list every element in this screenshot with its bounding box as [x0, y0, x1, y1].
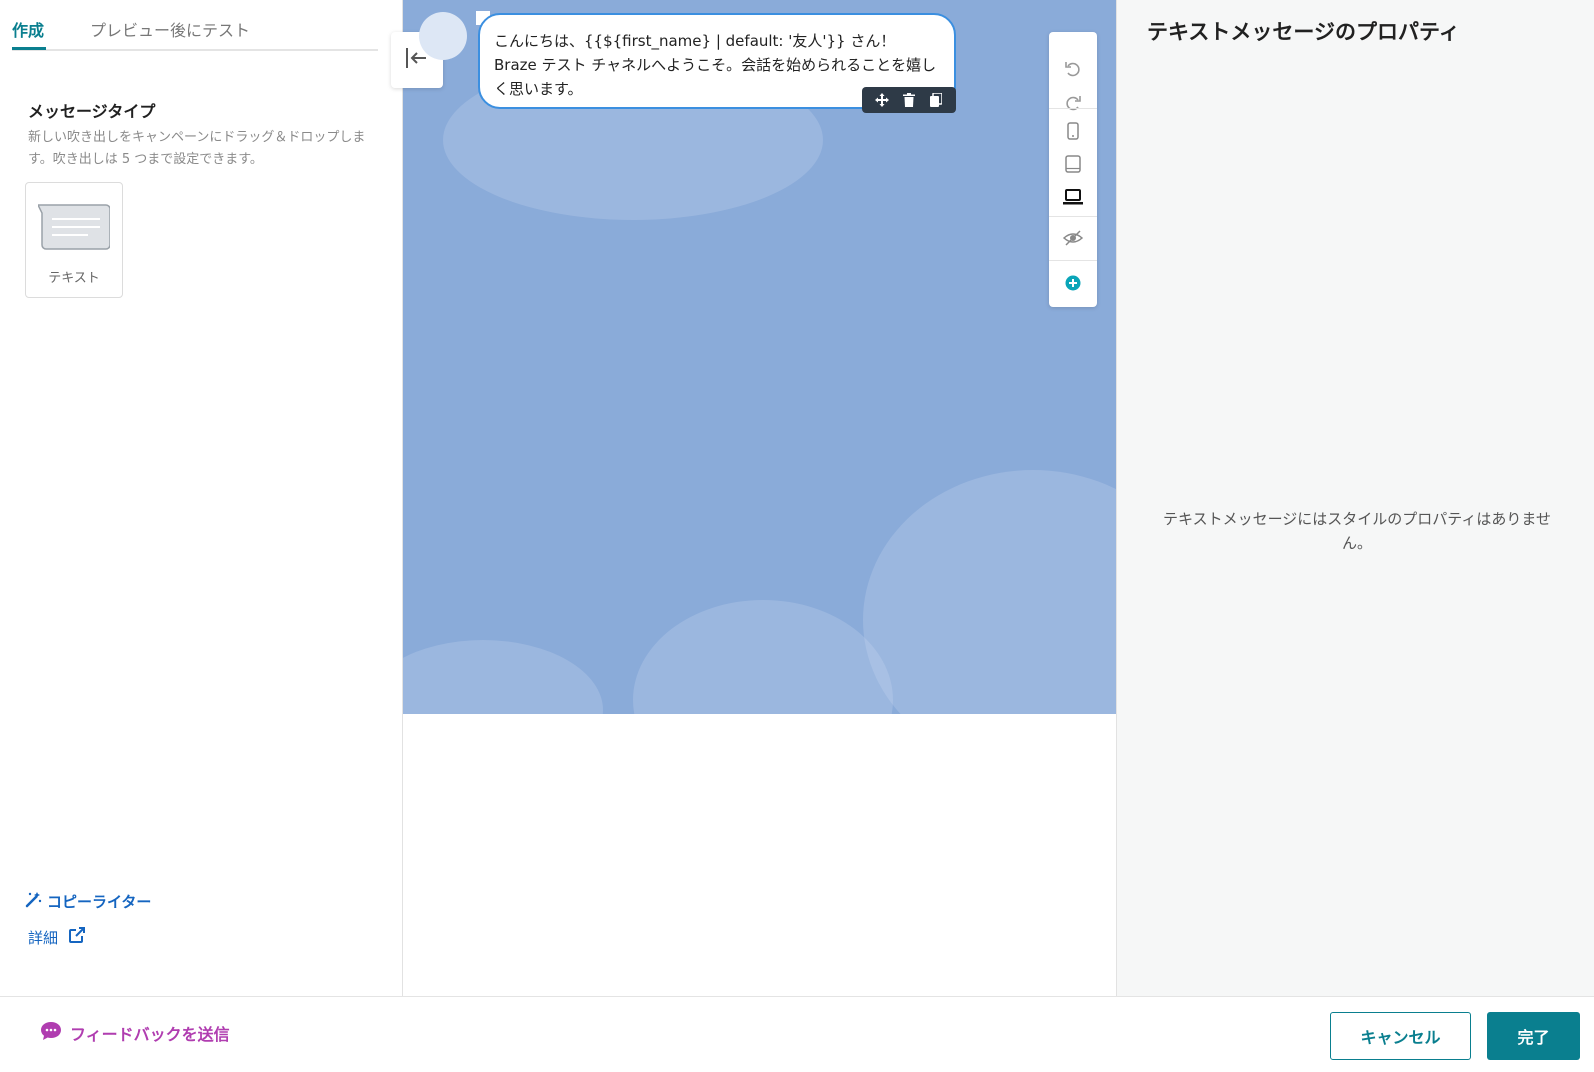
cancel-button[interactable]: キャンセル [1330, 1012, 1471, 1060]
properties-title: テキストメッセージのプロパティ [1147, 20, 1460, 44]
bubble-toolbar [862, 87, 956, 113]
copy-icon[interactable] [926, 90, 946, 110]
send-feedback-link[interactable]: フィードバックを送信 [40, 1021, 230, 1045]
tab-preview-test[interactable]: プレビュー後にテスト [90, 17, 250, 41]
tab-compose[interactable]: 作成 [12, 17, 44, 41]
properties-empty-text: テキストメッセージにはスタイルのプロパティはありません。 [1163, 510, 1551, 552]
properties-panel: テキストメッセージのプロパティ テキストメッセージにはスタイルのプロパティはあり… [1116, 0, 1594, 996]
undo-icon[interactable] [1049, 54, 1097, 84]
tab-bar: 作成 プレビュー後にテスト [12, 0, 378, 51]
copywriter-link[interactable]: コピーライター [25, 890, 151, 912]
section-description: 新しい吹き出しをキャンペーンにドラッグ＆ドロップします。吹き出しは 5 つまで設… [28, 130, 366, 167]
redo-icon[interactable] [1049, 88, 1097, 118]
message-type-label: テキスト [48, 271, 100, 286]
left-panel: 作成 プレビュー後にテスト メッセージタイプ 新しい吹き出しをキャンペーンにドラ… [0, 0, 403, 996]
trash-icon[interactable] [899, 90, 919, 110]
add-icon[interactable] [1049, 268, 1097, 298]
done-button[interactable]: 完了 [1487, 1012, 1580, 1060]
move-icon[interactable] [872, 90, 892, 110]
hide-icon[interactable] [1049, 223, 1097, 253]
laptop-icon[interactable] [1049, 182, 1097, 212]
feedback-label: フィードバックを送信 [70, 1025, 230, 1044]
tablet-icon[interactable] [1049, 149, 1097, 179]
phone-icon[interactable] [1049, 116, 1097, 146]
preview-side-toolbar [1049, 32, 1097, 307]
copywriter-label: コピーライター [47, 892, 152, 911]
external-link-icon [68, 926, 86, 948]
magic-wand-icon [25, 890, 43, 912]
details-link[interactable]: 詳細 [28, 926, 86, 948]
active-tab-indicator [12, 47, 46, 50]
footer-bar: フィードバックを送信 キャンセル 完了 [0, 996, 1594, 1072]
avatar [419, 12, 467, 60]
message-type-text-card[interactable]: テキスト [25, 182, 123, 298]
text-message-icon [36, 203, 111, 255]
details-label: 詳細 [28, 928, 59, 947]
preview-blank-area [403, 714, 1116, 996]
section-title: メッセージタイプ [28, 102, 156, 121]
chat-bubble-icon [40, 1021, 62, 1045]
